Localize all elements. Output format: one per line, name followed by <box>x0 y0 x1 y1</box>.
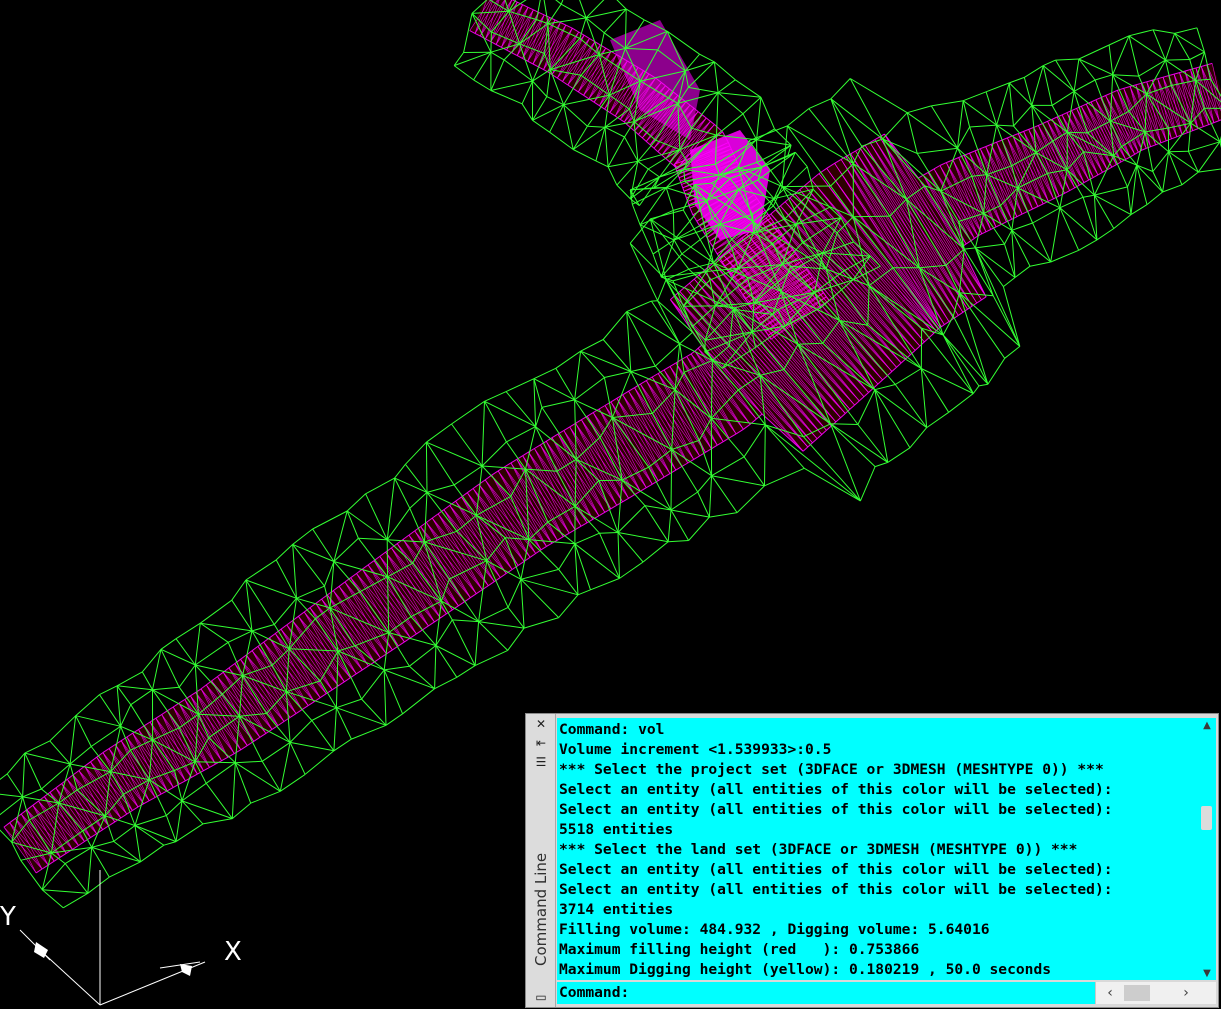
scroll-thumb[interactable] <box>1201 806 1212 830</box>
history-line: Volume increment <1.539933>:0.5 <box>559 741 832 758</box>
properties-icon[interactable]: ☰ <box>533 755 549 769</box>
command-history: Command: vol Volume increment <1.539933>:… <box>557 718 1198 980</box>
command-history-icon[interactable]: ▭ <box>533 990 549 1004</box>
close-icon[interactable]: ✕ <box>533 717 549 731</box>
history-line: Command: vol <box>559 721 665 738</box>
scroll-left-icon[interactable]: ‹ <box>1100 982 1120 1004</box>
history-line: Filling volume: 484.932 , Digging volume… <box>559 921 990 938</box>
horizontal-scroll-thumb[interactable] <box>1124 985 1150 1001</box>
scroll-up-icon[interactable]: ▲ <box>1198 718 1216 732</box>
history-line: Maximum Digging height (yellow): 0.18021… <box>559 961 1052 978</box>
command-input-row[interactable]: Command: ‹ › <box>557 982 1216 1004</box>
history-line: Select an entity (all entities of this c… <box>559 781 1113 798</box>
scroll-down-icon[interactable]: ▼ <box>1198 966 1216 980</box>
ucs-x-label: X <box>224 937 242 967</box>
command-input[interactable] <box>637 983 1087 1003</box>
history-line: Maximum filling height (red ): 0.753866 <box>559 941 920 958</box>
palette-title: Command Line <box>532 852 550 966</box>
history-line: 5518 entities <box>559 821 674 838</box>
command-line-palette[interactable]: ✕ ⇤ ☰ Command Line ▭ Command: vol Volume … <box>525 713 1219 1008</box>
history-line: Select an entity (all entities of this c… <box>559 861 1113 878</box>
palette-title-strip[interactable]: ✕ ⇤ ☰ Command Line ▭ <box>526 714 556 1007</box>
input-horizontal-scrollbar[interactable]: ‹ › <box>1095 982 1216 1004</box>
scroll-right-icon[interactable]: › <box>1176 982 1196 1004</box>
history-line: *** Select the land set (3DFACE or 3DMES… <box>559 841 1078 858</box>
history-line: *** Select the project set (3DFACE or 3D… <box>559 761 1104 778</box>
command-prompt: Command: <box>559 984 630 1001</box>
history-vertical-scrollbar[interactable]: ▲ ▼ <box>1198 718 1216 980</box>
history-line: 3714 entities <box>559 901 674 918</box>
ucs-y-label: Y <box>0 902 16 932</box>
ucs-icon: X Y <box>0 870 242 1006</box>
history-line: Select an entity (all entities of this c… <box>559 881 1113 898</box>
history-line: Select an entity (all entities of this c… <box>559 801 1113 818</box>
pin-icon[interactable]: ⇤ <box>533 736 549 750</box>
